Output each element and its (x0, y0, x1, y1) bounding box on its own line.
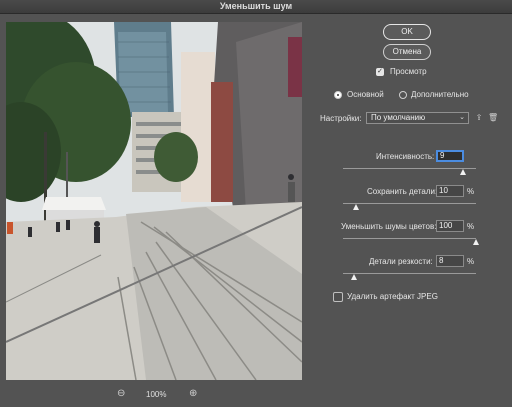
preserve-details-label: Сохранить детали: (367, 187, 438, 196)
zoom-in-icon[interactable]: ⊕ (189, 388, 197, 399)
window-title: Уменьшить шум (0, 0, 512, 14)
trash-icon[interactable]: 🗑 (488, 112, 498, 123)
sharpen-details-slider-track[interactable] (343, 273, 476, 274)
chevron-down-icon: ⌄ (459, 114, 465, 121)
save-preset-icon[interactable]: ⇪ (474, 112, 484, 123)
zoom-level: 100% (146, 390, 167, 399)
sharpen-details-unit: % (467, 257, 475, 266)
cancel-button[interactable]: Отмена (383, 44, 431, 60)
preview-image[interactable] (6, 22, 302, 380)
sharpen-details-slider-thumb[interactable] (350, 274, 357, 280)
preserve-details-unit: % (467, 187, 475, 196)
reduce-color-noise-slider-thumb[interactable] (473, 239, 479, 245)
preserve-details-slider-track[interactable] (343, 203, 476, 204)
ok-button[interactable]: OK (383, 24, 431, 40)
zoom-out-icon[interactable]: ⊖ (117, 388, 125, 399)
reduce-color-noise-unit: % (467, 222, 475, 231)
remove-jpeg-artifact-label: Удалить артефакт JPEG (347, 292, 438, 301)
zoom-bar: ⊖ 100% ⊕ (6, 388, 302, 402)
mode-basic-radio[interactable] (334, 91, 342, 99)
preview-checkbox[interactable]: ✓ (376, 68, 384, 76)
intensity-label: Интенсивность: (376, 152, 435, 161)
sharpen-details-label: Детали резкости: (369, 257, 433, 266)
settings-select[interactable]: По умолчанию ⌄ (366, 112, 469, 124)
mode-advanced-label: Дополнительно (411, 90, 469, 99)
preserve-details-input[interactable]: 10 (436, 185, 464, 197)
mode-basic-label: Основной (347, 90, 384, 99)
preview-checkbox-label: Просмотр (390, 67, 427, 76)
settings-select-value: По умолчанию (371, 113, 426, 122)
intensity-input[interactable]: 9 (436, 150, 464, 162)
remove-jpeg-artifact-checkbox[interactable] (333, 292, 343, 302)
settings-label: Настройки: (320, 114, 362, 123)
reduce-color-noise-label: Уменьшить шумы цветов: (341, 222, 437, 231)
intensity-slider-thumb[interactable] (459, 169, 466, 175)
sharpen-details-input[interactable]: 8 (436, 255, 464, 267)
mode-advanced-radio[interactable] (399, 91, 407, 99)
reduce-color-noise-input[interactable]: 100 (436, 220, 464, 232)
intensity-slider-track[interactable] (343, 168, 476, 169)
reduce-color-noise-slider-track[interactable] (343, 238, 476, 239)
preserve-details-slider-thumb[interactable] (353, 204, 360, 210)
